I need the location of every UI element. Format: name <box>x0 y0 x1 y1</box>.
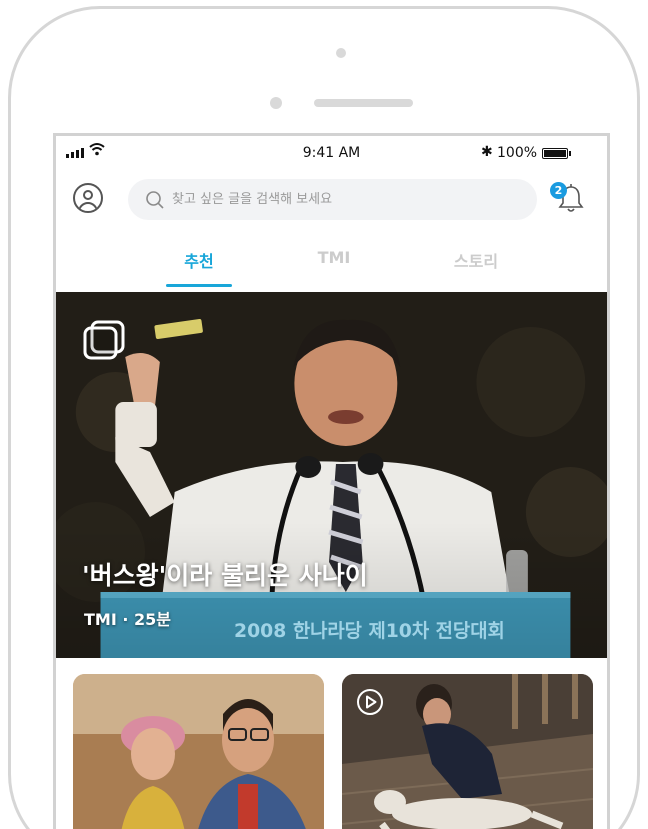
search-icon <box>146 191 164 209</box>
search-input[interactable] <box>172 179 522 220</box>
hero-banner-text: 2008 한나라당 제10차 전당대회 <box>234 620 505 642</box>
sensor-dot <box>270 97 282 109</box>
play-icon[interactable] <box>356 688 384 716</box>
content-card-photo[interactable] <box>73 674 324 829</box>
tab-bar: 추천 TMI 스토리 <box>56 248 607 292</box>
notification-badge: 2 <box>550 182 567 199</box>
notification-button[interactable]: 2 <box>550 180 590 216</box>
bluetooth-icon: ✱ <box>481 144 493 160</box>
speaker-grille <box>314 99 413 107</box>
card-image-couple <box>73 674 324 829</box>
camera-dot <box>336 48 346 58</box>
copy-icon <box>83 320 125 360</box>
tab-recommend[interactable]: 추천 <box>154 248 244 272</box>
hero-card[interactable]: 2008 한나라당 제10차 전당대회 '버스왕'이라 불리운 사나이 TMI … <box>56 292 607 658</box>
hero-image: 2008 한나라당 제10차 전당대회 <box>56 292 607 658</box>
battery-cap <box>569 151 571 156</box>
battery-icon <box>542 148 568 159</box>
hero-meta: TMI · 25분 <box>84 610 171 629</box>
search-bar[interactable] <box>128 179 537 220</box>
user-circle-icon[interactable] <box>73 183 103 213</box>
battery-percentage: 100% <box>497 145 538 161</box>
status-bar: 9:41 AM ✱ 100% <box>56 136 607 172</box>
content-card-video[interactable] <box>342 674 593 829</box>
tab-tmi[interactable]: TMI <box>289 248 379 267</box>
app-screen: 9:41 AM ✱ 100% 2 추천 TMI 스토리 <box>53 133 610 829</box>
tab-story[interactable]: 스토리 <box>431 248 521 272</box>
hero-title: '버스왕'이라 불리운 사나이 <box>82 561 368 590</box>
tab-active-indicator <box>166 284 232 287</box>
